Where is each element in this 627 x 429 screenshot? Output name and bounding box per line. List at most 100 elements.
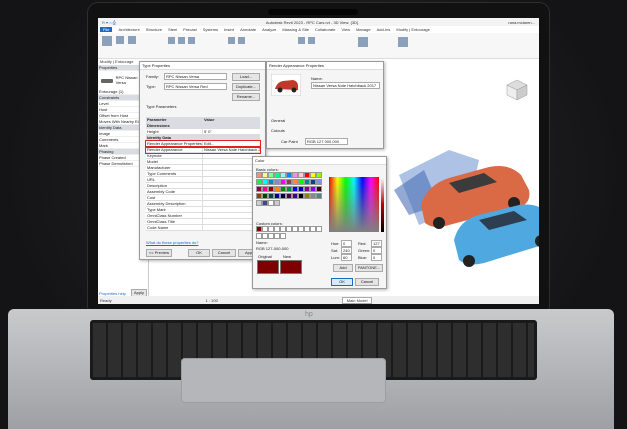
color-swatch[interactable] (292, 193, 298, 199)
custom-color-swatch[interactable] (268, 226, 274, 232)
param-value[interactable]: 5' 0" (202, 129, 260, 134)
color-swatch[interactable] (274, 172, 280, 178)
color-swatch[interactable] (298, 193, 304, 199)
color-swatch[interactable] (310, 179, 316, 185)
color-ok-button[interactable]: OK (331, 278, 353, 286)
color-swatch[interactable] (310, 172, 316, 178)
tab-steel[interactable]: Steel (168, 27, 177, 32)
touchpad[interactable] (181, 358, 386, 403)
custom-color-swatch[interactable] (298, 226, 304, 232)
color-swatch[interactable] (256, 193, 262, 199)
color-swatch[interactable] (310, 186, 316, 192)
color-swatch[interactable] (280, 193, 286, 199)
color-swatch[interactable] (310, 193, 316, 199)
color-swatch[interactable] (256, 179, 262, 185)
color-swatch[interactable] (274, 179, 280, 185)
color-swatch[interactable] (262, 193, 268, 199)
family-select[interactable]: RPC Nissan Versa (164, 73, 227, 80)
param-value[interactable] (202, 135, 260, 140)
color-cancel-button[interactable]: Cancel (355, 278, 379, 286)
color-swatch[interactable] (292, 186, 298, 192)
param-value[interactable] (202, 123, 260, 128)
color-swatch[interactable] (256, 200, 262, 206)
app-icon[interactable]: R ▾ ⌂ ⎙ (102, 20, 116, 25)
custom-color-swatch[interactable] (256, 226, 262, 232)
tab-modify-entourage[interactable]: Modify | Entourage (396, 27, 430, 32)
color-swatch[interactable] (304, 172, 310, 178)
tab-structure[interactable]: Structure (146, 27, 162, 32)
preview-button[interactable]: << Preview (146, 249, 172, 257)
color-spectrum[interactable] (329, 177, 379, 232)
color-swatch[interactable] (304, 179, 310, 185)
green-field[interactable]: 0 (371, 247, 382, 254)
tab-add-ins[interactable]: Add-Ins (377, 27, 391, 32)
howdo-link[interactable]: What do these properties do? (146, 240, 198, 245)
color-swatch[interactable] (280, 179, 286, 185)
color-swatch[interactable] (298, 186, 304, 192)
tab-insert[interactable]: Insert (224, 27, 234, 32)
color-swatch[interactable] (262, 200, 268, 206)
color-swatch[interactable] (256, 172, 262, 178)
custom-color-swatch[interactable] (256, 233, 262, 239)
color-swatch[interactable] (292, 179, 298, 185)
custom-color-swatch[interactable] (262, 226, 268, 232)
hue-field[interactable]: 0 (341, 240, 352, 247)
param-value[interactable]: Edit... (202, 141, 260, 146)
color-swatch[interactable] (304, 193, 310, 199)
luminance-slider[interactable] (381, 177, 384, 232)
blue-field[interactable]: 0 (371, 254, 382, 261)
ok-button[interactable]: OK (188, 249, 210, 257)
ribbon-icons[interactable] (98, 33, 539, 58)
tab-precast[interactable]: Precast (183, 27, 197, 32)
color-swatch[interactable] (316, 179, 322, 185)
color-swatch[interactable] (268, 200, 274, 206)
color-swatch[interactable] (304, 186, 310, 192)
custom-color-swatch[interactable] (280, 233, 286, 239)
color-swatch[interactable] (316, 172, 322, 178)
color-swatch[interactable] (274, 193, 280, 199)
color-swatch[interactable] (274, 200, 280, 206)
color-swatch[interactable] (298, 179, 304, 185)
color-swatch[interactable] (280, 186, 286, 192)
add-button[interactable]: Add (333, 264, 353, 272)
custom-color-swatch[interactable] (274, 226, 280, 232)
custom-color-swatch[interactable] (286, 226, 292, 232)
tab-collaborate[interactable]: Collaborate (315, 27, 335, 32)
custom-color-swatch[interactable] (316, 226, 322, 232)
color-swatch[interactable] (268, 172, 274, 178)
custom-color-swatch[interactable] (310, 226, 316, 232)
red-field[interactable]: 127 (371, 240, 382, 247)
custom-colors-grid[interactable] (256, 226, 326, 240)
cancel-button[interactable]: Cancel (212, 249, 236, 257)
color-swatch[interactable] (280, 172, 286, 178)
tab-view[interactable]: View (341, 27, 350, 32)
tab-architecture[interactable]: Architecture (118, 27, 139, 32)
duplicate-button[interactable]: Duplicate... (232, 83, 260, 91)
view-scale[interactable]: 1 : 100 (206, 298, 218, 303)
color-swatch[interactable] (316, 193, 322, 199)
custom-color-swatch[interactable] (280, 226, 286, 232)
car-paint-color-field[interactable]: RGB 127 000 000 (305, 138, 348, 145)
color-swatch[interactable] (286, 193, 292, 199)
basic-colors-grid[interactable] (256, 172, 326, 207)
tab-analyze[interactable]: Analyze (262, 27, 276, 32)
color-swatch[interactable] (268, 193, 274, 199)
color-swatch[interactable] (268, 179, 274, 185)
tab-annotate[interactable]: Annotate (240, 27, 256, 32)
color-swatch[interactable] (268, 186, 274, 192)
active-model[interactable]: Main Model (341, 296, 373, 304)
name-field[interactable]: Nissan Versa Note Hatchback 2017 (311, 82, 380, 89)
custom-color-swatch[interactable] (262, 233, 268, 239)
custom-color-swatch[interactable] (304, 226, 310, 232)
tab-systems[interactable]: Systems (203, 27, 218, 32)
color-swatch[interactable] (316, 186, 322, 192)
rename-button[interactable]: Rename... (232, 93, 260, 101)
param-value[interactable]: Nissan Versa Note Hatchback 2017 (202, 147, 260, 152)
custom-color-swatch[interactable] (274, 233, 280, 239)
load-button[interactable]: Load... (232, 73, 260, 81)
color-swatch[interactable] (256, 186, 262, 192)
custom-color-swatch[interactable] (292, 226, 298, 232)
color-swatch[interactable] (286, 179, 292, 185)
table-row[interactable]: Code Name (146, 225, 260, 231)
tab-file[interactable]: File (100, 27, 113, 32)
